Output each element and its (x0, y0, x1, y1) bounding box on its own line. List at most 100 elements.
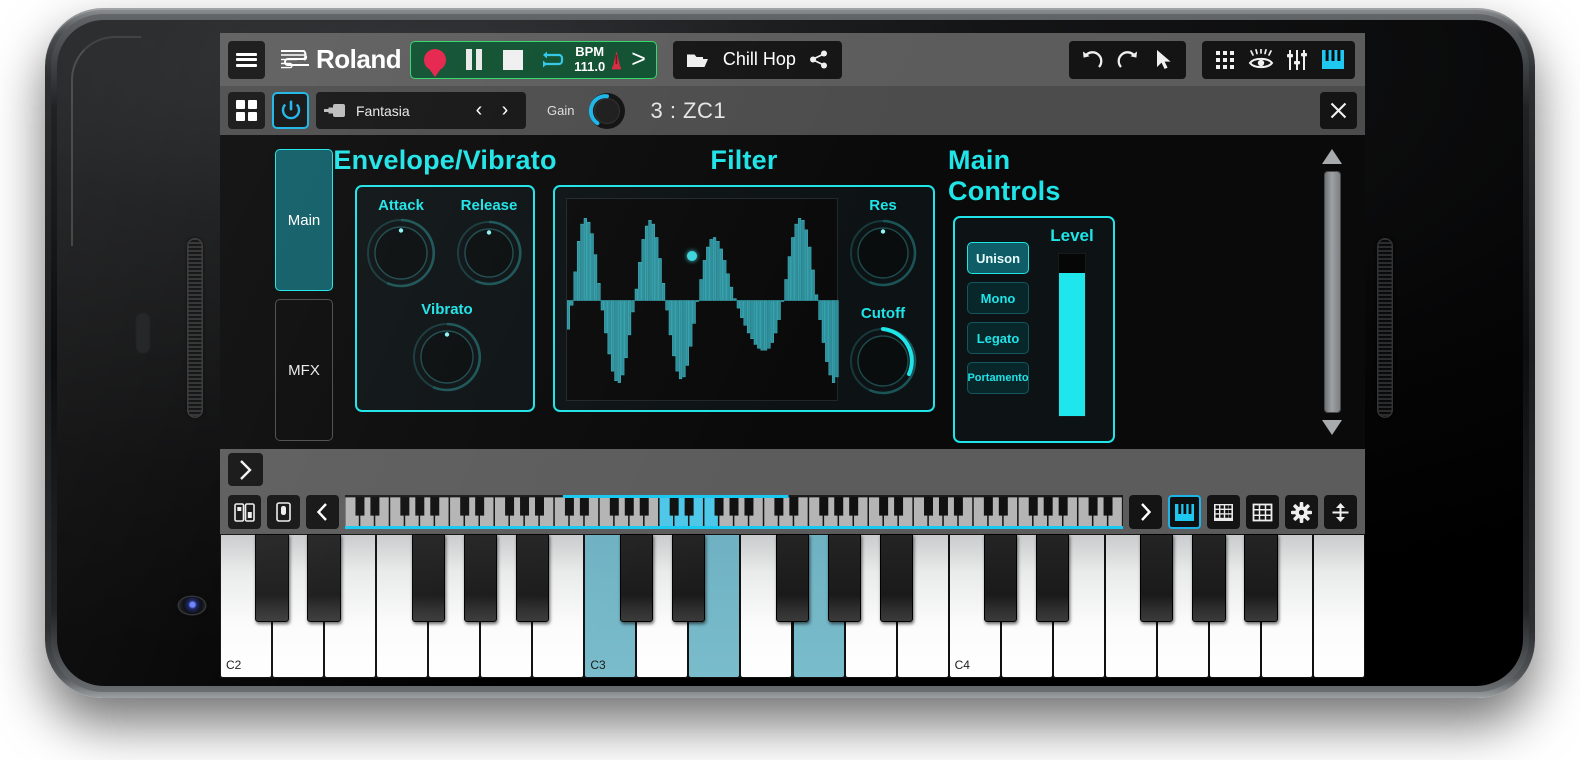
panel-envelope-vibrato: Envelope/Vibrato Attack Release Vibrato (333, 145, 556, 449)
preset-prev-button[interactable]: ‹ (466, 99, 492, 122)
tab-main[interactable]: Main (275, 149, 333, 291)
unison-button[interactable]: Unison (967, 242, 1029, 274)
zones-button[interactable] (228, 92, 265, 129)
piano-black-key[interactable] (984, 534, 1018, 622)
portamento-label: Portamento (967, 372, 1029, 384)
portamento-button[interactable]: Portamento (967, 362, 1029, 394)
knob-attack[interactable]: Attack (365, 197, 437, 289)
filter-xy-pad[interactable] (566, 198, 839, 401)
loop-button[interactable] (532, 42, 571, 78)
transport-expand-button[interactable]: > (625, 47, 652, 72)
edit-tools-group (1069, 40, 1186, 79)
editor-tabs: Main MFX (220, 135, 350, 449)
piano-black-key[interactable] (1244, 534, 1278, 622)
panel-envelope-title: Envelope/Vibrato (333, 145, 557, 175)
mono-button[interactable]: Mono (967, 282, 1029, 314)
level-label: Level (1050, 226, 1094, 245)
zone-info: 3 : ZC1 (650, 97, 727, 123)
piano-black-key[interactable] (411, 534, 445, 622)
scroll-up-arrow[interactable] (1322, 149, 1342, 164)
chevron-left-icon (316, 503, 327, 521)
pads-grid-icon[interactable] (1208, 42, 1241, 78)
scroll-down-arrow[interactable] (1322, 420, 1342, 435)
scrollbar-thumb[interactable] (1324, 171, 1341, 413)
piano-black-key[interactable] (1140, 534, 1174, 622)
redo-icon[interactable] (1111, 42, 1144, 78)
level-bar-track[interactable] (1058, 253, 1086, 417)
piano-black-key[interactable] (515, 534, 549, 622)
stop-icon (502, 49, 523, 70)
knob-attack-label: Attack (378, 197, 424, 214)
preset-next-button[interactable]: › (492, 99, 518, 122)
knob-cutoff[interactable]: Cutoff (847, 305, 919, 397)
piano-key-label: C2 (226, 658, 242, 672)
piano-black-key[interactable] (1036, 534, 1070, 622)
pointer-icon[interactable] (1147, 42, 1180, 78)
knob-cutoff-label: Cutoff (860, 305, 906, 322)
close-button[interactable] (1320, 92, 1357, 129)
knob-vibrato[interactable]: Vibrato (411, 301, 483, 393)
piano-black-key[interactable] (463, 534, 497, 622)
keyboard-mode-button[interactable] (1168, 495, 1201, 529)
gain-knob[interactable] (588, 92, 626, 130)
drumpads-mode-button[interactable] (1207, 495, 1240, 529)
settings-button[interactable] (1285, 495, 1318, 529)
legato-label: Legato (976, 330, 1020, 346)
speaker-grille-left (187, 238, 203, 418)
undo-icon[interactable] (1075, 42, 1108, 78)
octave-up-button[interactable] (1129, 495, 1162, 529)
phone-side-button[interactable] (135, 312, 151, 354)
knob-res-label: Res (869, 197, 897, 214)
piano-white-key[interactable] (1312, 534, 1365, 678)
piano-black-key[interactable] (879, 534, 914, 622)
piano-black-key[interactable] (1192, 534, 1226, 622)
pitch-wheel-button[interactable] (267, 495, 300, 529)
piano-keyboard[interactable]: C2 C3 C4 (220, 534, 1365, 678)
mini-keyboard[interactable] (345, 495, 1123, 529)
zones-grid-icon (236, 100, 257, 121)
keyboard-toolbar (220, 490, 1365, 534)
piano-black-key[interactable] (255, 534, 289, 622)
share-icon[interactable] (809, 50, 829, 69)
mini-keyboard-keys (345, 495, 1123, 529)
legato-button[interactable]: Legato (967, 322, 1029, 354)
piano-black-key[interactable] (775, 534, 810, 622)
resize-button[interactable] (1324, 495, 1357, 529)
stop-button[interactable] (493, 42, 532, 78)
piano-black-key[interactable] (619, 534, 653, 622)
drumpads-icon (1214, 503, 1233, 521)
knob-release[interactable]: Release (453, 197, 525, 289)
view-modes-group (1202, 40, 1355, 79)
bezel-highlight (71, 36, 141, 246)
loop-icon (542, 51, 563, 67)
piano-black-key[interactable] (307, 534, 341, 622)
power-icon (281, 100, 300, 120)
level-meter[interactable]: Level (1049, 226, 1095, 417)
split-zones-button[interactable] (228, 495, 261, 529)
piano-black-key[interactable] (671, 534, 706, 622)
piano-black-key[interactable] (827, 534, 862, 622)
preset-selector[interactable]: Fantasia ‹ › (316, 92, 526, 129)
mixer-icon[interactable] (1280, 42, 1313, 78)
tab-mfx[interactable]: MFX (275, 299, 333, 441)
eye-icon[interactable] (1244, 42, 1277, 78)
metronome-icon[interactable] (610, 50, 623, 70)
octave-down-button[interactable] (306, 495, 339, 529)
chevron-right-icon (1141, 503, 1152, 521)
grid-mode-button[interactable] (1246, 495, 1279, 529)
panel-main-controls: Main Controls Unison Mono Legato Portame… (948, 145, 1120, 449)
keyboard-icon[interactable] (1316, 42, 1349, 78)
roland-logo: Roland (272, 41, 403, 79)
song-selector[interactable]: Chill Hop (672, 40, 842, 79)
pause-button[interactable] (454, 42, 493, 78)
pause-icon (465, 49, 482, 70)
record-button[interactable] (415, 42, 454, 78)
knob-res[interactable]: Res (847, 197, 919, 289)
expand-panel-button[interactable] (228, 453, 263, 486)
screenshot-root: Roland BPM 111.0 > Chill Hop Fantasia ‹ … (0, 0, 1580, 760)
bpm-display[interactable]: BPM 111.0 (571, 45, 608, 73)
zone-power-button[interactable] (272, 92, 309, 129)
filter-xy-dot[interactable] (687, 250, 698, 261)
editor-scrollbar[interactable] (1319, 149, 1345, 435)
menu-button[interactable] (228, 40, 265, 79)
